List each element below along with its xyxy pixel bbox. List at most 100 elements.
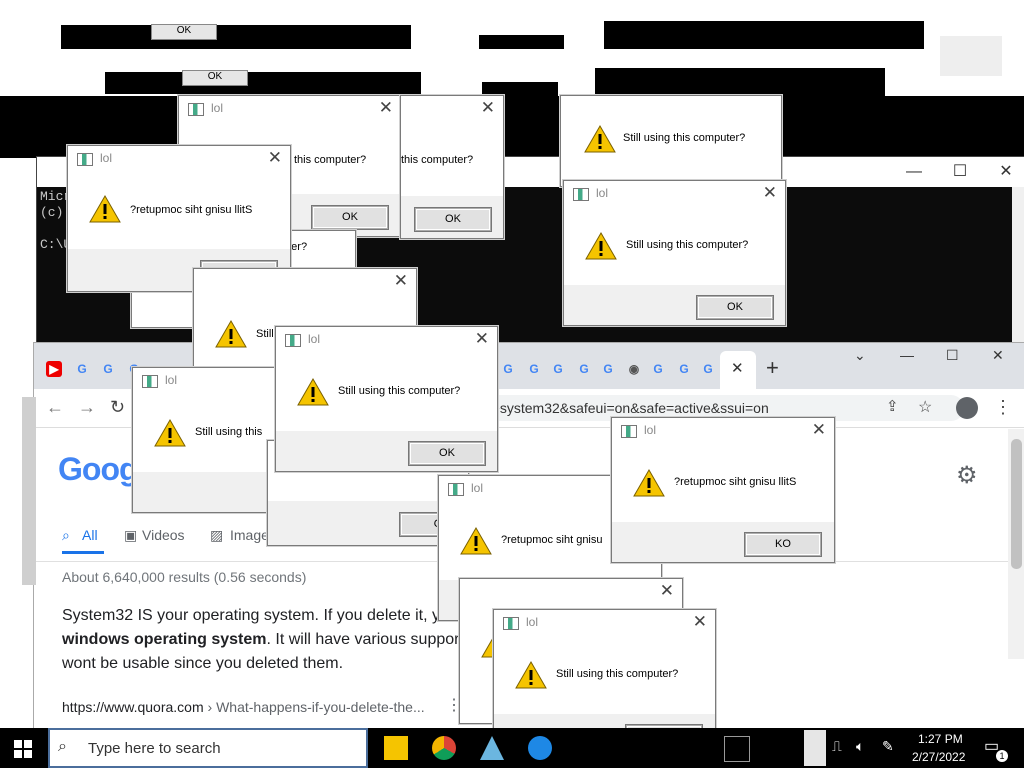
close-icon[interactable]: ✕ [394, 271, 408, 291]
snippet-line: windows operating system. It will have v… [62, 631, 459, 649]
close-icon[interactable]: ✕ [763, 183, 777, 203]
dialog-message: this computer? [294, 154, 367, 166]
show-hidden-icons[interactable] [804, 730, 826, 766]
taskbar-search-box[interactable]: ⌕ Type here to search [48, 728, 368, 768]
dialog-message: ?retupmoc siht gnisu llitS [130, 204, 253, 216]
chrome-icon[interactable] [432, 736, 456, 760]
active-tab-underline [62, 551, 104, 554]
edge-icon[interactable] [528, 736, 552, 760]
clock-date[interactable]: 2/27/2022 [912, 750, 965, 764]
dialog-titlebar[interactable]: lol ✕ [564, 181, 785, 207]
active-tab[interactable]: ✕ [720, 351, 756, 389]
warning-icon [584, 124, 616, 153]
cite-host[interactable]: https://www.quora.com [62, 699, 204, 715]
google-icon[interactable]: G [700, 361, 716, 377]
file-explorer-icon[interactable] [384, 736, 408, 760]
dialog-titlebar[interactable]: lol ✕ [179, 96, 401, 122]
clock-time[interactable]: 1:27 PM [918, 732, 963, 746]
google-icon[interactable]: G [500, 361, 516, 377]
dialog-message: Still using this computer? [338, 385, 461, 397]
minimize-icon[interactable]: — [900, 347, 914, 363]
console-scrollbar[interactable] [1012, 187, 1024, 367]
maximize-icon[interactable]: ☐ [937, 161, 983, 183]
google-icon[interactable]: G [576, 361, 592, 377]
close-icon[interactable]: ✕ [693, 612, 707, 632]
google-icon[interactable]: G [550, 361, 566, 377]
close-icon[interactable]: ✕ [992, 347, 1004, 364]
dialog-titlebar[interactable]: lol ✕ [612, 418, 834, 444]
dialog-footer: OK [401, 196, 503, 238]
ok-button[interactable]: KO [745, 533, 821, 556]
pen-icon[interactable]: ✎ [882, 738, 894, 755]
result-cite[interactable]: https://www.quora.com › What-happens-if-… [62, 699, 425, 715]
dialog-message: Still using this computer? [623, 132, 746, 144]
ok-button[interactable]: OK [697, 296, 773, 319]
profile-avatar[interactable] [956, 397, 978, 419]
app-icon [285, 334, 301, 347]
notification-badge: 1 [996, 750, 1008, 762]
warning-icon [154, 418, 186, 447]
dialog[interactable]: lol ✕ Still using this computer? OK [563, 180, 786, 326]
glitch-bar [595, 68, 885, 96]
glitch-ok-button: OK [182, 70, 248, 86]
close-icon[interactable]: ✕ [475, 329, 489, 349]
google-icon[interactable]: G [676, 361, 692, 377]
page-scrollbar[interactable] [1008, 429, 1024, 659]
glitch-bar [61, 25, 411, 49]
tab-images[interactable]: Image [230, 527, 269, 543]
glitch-ok-button: OK [151, 24, 217, 40]
close-icon[interactable]: ✕ [379, 98, 393, 118]
images-icon: ▨ [210, 527, 224, 543]
network-icon[interactable]: ⎍ [832, 738, 842, 755]
dialog-title: lol [471, 481, 484, 495]
search-icon: ⌕ [62, 527, 70, 543]
dialog-titlebar[interactable]: lol ✕ [276, 327, 497, 353]
forward-icon[interactable]: → [78, 397, 96, 418]
dialog-titlebar[interactable]: lol ✕ [494, 610, 715, 636]
glitch-bar [940, 36, 1002, 76]
search-placeholder[interactable]: Type here to search [88, 740, 221, 757]
dialog-titlebar[interactable]: lol ✕ [68, 146, 290, 172]
console-line: (c) [40, 205, 64, 220]
close-icon[interactable]: ✕ [812, 420, 826, 440]
cite-path[interactable]: › What-happens-if-you-delete-the... [204, 699, 425, 715]
google-icon[interactable]: G [74, 361, 90, 377]
tab-all[interactable]: All [82, 527, 98, 543]
dialog[interactable]: lol ✕ ?retupmoc siht gnisu llitS KO [611, 417, 835, 563]
google-icon[interactable]: G [650, 361, 666, 377]
ok-button[interactable]: OK [415, 208, 491, 231]
share-icon[interactable]: ⇪ [886, 397, 899, 415]
maximize-icon[interactable]: ☐ [946, 347, 959, 364]
dialog-message: Still [256, 328, 274, 340]
scrollbar-thumb[interactable] [1011, 439, 1022, 569]
close-tab-icon[interactable]: ✕ [731, 359, 744, 377]
back-icon[interactable]: ← [46, 397, 64, 418]
globe-icon[interactable]: ◉ [626, 361, 642, 377]
youtube-icon[interactable]: ▶ [46, 361, 62, 377]
dialog[interactable]: ✕ this computer? OK [400, 95, 504, 239]
close-icon[interactable]: ✕ [268, 148, 282, 168]
minimize-icon[interactable]: — [891, 161, 937, 183]
dialog[interactable]: lol ✕ Still using this computer? OK [275, 326, 498, 472]
snippet-line: wont be usable since you deleted them. [62, 655, 344, 672]
new-tab-icon[interactable]: + [766, 355, 779, 381]
volume-icon[interactable]: 🔈︎ [856, 738, 864, 755]
ok-button[interactable]: OK [409, 442, 485, 465]
more-menu-icon[interactable]: ⋮ [994, 397, 1012, 418]
google-icon[interactable]: G [100, 361, 116, 377]
bookmark-star-icon[interactable]: ☆ [918, 397, 932, 417]
tab-videos[interactable]: Videos [142, 527, 185, 543]
ok-button[interactable]: OK [312, 206, 388, 229]
app-icon [142, 375, 158, 388]
reload-icon[interactable]: ↻ [110, 397, 125, 418]
close-icon[interactable]: ✕ [983, 161, 1024, 183]
terminal-icon[interactable] [724, 736, 750, 762]
close-icon[interactable]: ✕ [481, 98, 495, 118]
dialog[interactable]: Still using this computer? [560, 95, 782, 187]
google-icon[interactable]: G [600, 361, 616, 377]
settings-gear-icon[interactable]: ⚙ [956, 461, 978, 490]
close-icon[interactable]: ✕ [660, 581, 674, 601]
windows-start-icon[interactable] [14, 740, 32, 758]
chevron-down-icon[interactable]: ⌄ [854, 347, 866, 364]
google-icon[interactable]: G [526, 361, 542, 377]
